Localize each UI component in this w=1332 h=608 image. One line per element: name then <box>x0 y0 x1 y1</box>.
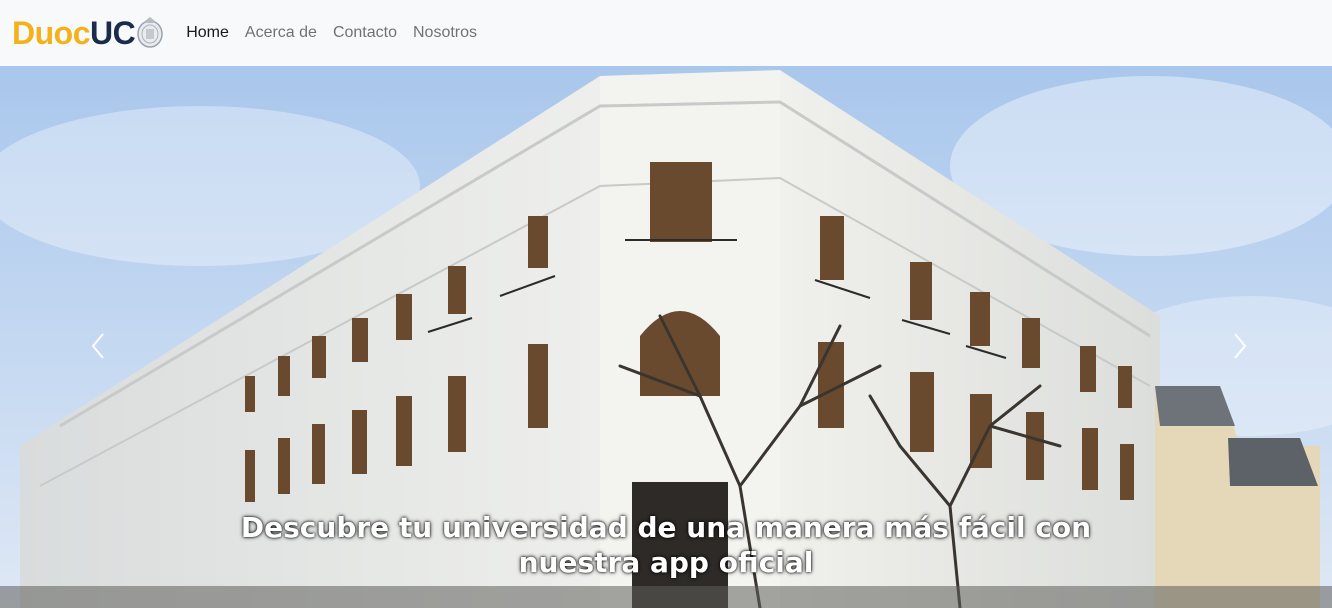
nav-links: Home Acerca de Contacto Nosotros <box>178 16 485 50</box>
hero-caption-line1: Descubre tu universidad de una manera má… <box>240 511 1092 544</box>
uc-seal-icon <box>137 17 163 48</box>
carousel-next-button[interactable] <box>1210 321 1270 371</box>
navbar: Duoc UC Home Acerca de Contacto Nosotros <box>0 0 1332 66</box>
nav-home[interactable]: Home <box>178 16 237 50</box>
carousel-prev-button[interactable] <box>68 321 128 371</box>
brand-uc-text: UC <box>90 15 136 51</box>
chevron-right-icon <box>1234 333 1247 359</box>
nav-contacto[interactable]: Contacto <box>325 16 405 50</box>
nav-nosotros[interactable]: Nosotros <box>405 16 485 50</box>
hero-carousel: Descubre tu universidad de una manera má… <box>0 66 1332 608</box>
nav-acerca-de[interactable]: Acerca de <box>237 16 325 50</box>
hero-caption-line2: nuestra app oficial <box>518 546 814 579</box>
hero-caption: Descubre tu universidad de una manera má… <box>166 510 1166 580</box>
brand-duoc-text: Duoc <box>12 15 91 51</box>
chevron-left-icon <box>91 333 104 359</box>
brand-logo[interactable]: Duoc UC <box>12 13 164 53</box>
